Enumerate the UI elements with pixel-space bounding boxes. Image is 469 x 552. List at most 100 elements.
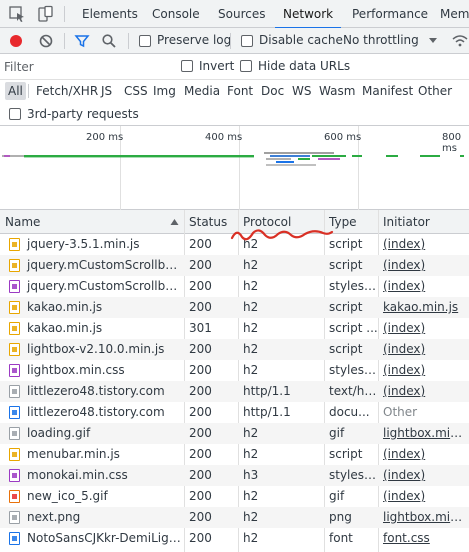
request-type: png — [329, 510, 352, 524]
sort-ascending-icon[interactable] — [170, 218, 179, 226]
request-type: stylesh... — [329, 363, 378, 377]
request-initiator[interactable]: (index) — [378, 276, 469, 297]
tab-console[interactable]: Console — [152, 0, 200, 28]
request-initiator[interactable]: (index) — [378, 444, 469, 465]
request-type: script ... — [329, 321, 378, 335]
request-protocol: h2 — [243, 447, 259, 461]
tab-network[interactable]: Network — [274, 0, 342, 29]
request-initiator: Other — [383, 405, 418, 419]
request-protocol: h2 — [243, 321, 259, 335]
inspect-element-icon[interactable] — [8, 5, 26, 23]
table-row[interactable]: jquery.mCustomScrollbar.... 200 h2 stylesh.… — [0, 276, 469, 297]
table-row[interactable]: lightbox.min.css 200 h2 stylesh... (index) — [0, 360, 469, 381]
type-filter-fetch-xhr[interactable]: Fetch/XHR — [36, 82, 98, 100]
script-file-icon — [9, 301, 20, 314]
preserve-log-checkbox[interactable] — [139, 35, 151, 47]
type-filter-font[interactable]: Font — [227, 82, 253, 100]
request-name: NotoSansCJKkr-DemiLight.... — [27, 531, 184, 545]
clear-icon[interactable] — [38, 33, 54, 49]
third-party-checkbox[interactable] — [9, 108, 21, 120]
type-filter-other[interactable]: Other — [418, 82, 452, 100]
table-row[interactable]: kakao.min.js 200 h2 script kakao.min.js — [0, 297, 469, 318]
tab-performance[interactable]: Performance — [352, 0, 428, 28]
request-name: jquery-3.5.1.min.js — [27, 237, 140, 251]
request-initiator[interactable]: kakao.min.js — [378, 297, 469, 318]
request-status: 200 — [189, 489, 212, 503]
chevron-down-icon[interactable] — [428, 37, 438, 45]
toolbar-separator — [64, 33, 65, 49]
request-status: 200 — [189, 468, 212, 482]
document-file-icon — [9, 406, 20, 419]
toolbar-separator — [230, 33, 231, 49]
hide-data-urls-label: Hide data URLs — [258, 59, 351, 73]
request-initiator[interactable]: (index) — [378, 234, 469, 255]
network-overview-timeline[interactable]: 200 ms 400 ms 600 ms 800 ms — [0, 126, 469, 210]
tab-elements[interactable]: Elements — [82, 0, 138, 28]
table-row[interactable]: lightbox-v2.10.0.min.js 200 h2 script (index… — [0, 339, 469, 360]
request-name: menubar.min.js — [27, 447, 120, 461]
table-row[interactable]: kakao.min.js 301 h2 script ... (index) — [0, 318, 469, 339]
column-header-name[interactable]: Name — [0, 210, 184, 234]
type-filter-js[interactable]: JS — [101, 82, 112, 100]
table-row[interactable]: monokai.min.css 200 h3 stylesh... (index) — [0, 465, 469, 486]
hide-data-urls-checkbox[interactable] — [240, 60, 252, 72]
table-row[interactable]: menubar.min.js 200 h2 script (index) — [0, 444, 469, 465]
search-icon[interactable] — [101, 33, 117, 49]
preserve-log-label: Preserve log — [157, 33, 232, 47]
device-toolbar-icon[interactable] — [36, 5, 54, 23]
tab-memory[interactable]: Mem — [440, 0, 469, 28]
disable-cache-checkbox[interactable] — [241, 35, 253, 47]
type-filter-all[interactable]: All — [5, 82, 26, 100]
network-conditions-icon[interactable] — [451, 33, 469, 49]
font-file-icon — [9, 532, 20, 545]
request-type: gif — [329, 426, 345, 440]
script-file-icon — [9, 448, 20, 461]
request-protocol: h2 — [243, 258, 259, 272]
request-status: 200 — [189, 426, 212, 440]
throttling-select[interactable]: No throttling — [343, 33, 419, 47]
request-protocol: h2 — [243, 426, 259, 440]
timeline-bars — [2, 152, 464, 166]
table-row[interactable]: jquery.mCustomScrollbar.c... 200 h2 script (… — [0, 255, 469, 276]
table-row[interactable]: new_ico_5.gif 200 h2 gif (index) — [0, 486, 469, 507]
table-row[interactable]: littlezero48.tistory.com 200 http/1.1 text/… — [0, 381, 469, 402]
request-initiator[interactable]: (index) — [378, 318, 469, 339]
filter-input[interactable] — [4, 58, 172, 76]
table-row[interactable]: littlezero48.tistory.com 200 http/1.1 docu.… — [0, 402, 469, 423]
request-initiator[interactable]: font.css — [378, 528, 469, 549]
request-initiator[interactable]: (index) — [378, 486, 469, 507]
type-filter-media[interactable]: Media — [184, 82, 220, 100]
table-row[interactable]: NotoSansCJKkr-DemiLight.... 200 h2 font font… — [0, 528, 469, 549]
table-row[interactable]: next.png 200 h2 png lightbox.min.... — [0, 507, 469, 528]
request-type: script — [329, 300, 363, 314]
request-initiator[interactable]: (index) — [378, 360, 469, 381]
filter-bar: Invert Hide data URLs — [0, 54, 469, 80]
type-filter-css[interactable]: CSS — [124, 82, 148, 100]
column-header-initiator[interactable]: Initiator — [378, 210, 469, 234]
request-protocol: h2 — [243, 510, 259, 524]
type-filter-img[interactable]: Img — [153, 82, 176, 100]
request-initiator[interactable]: (index) — [378, 255, 469, 276]
request-protocol: h2 — [243, 279, 259, 293]
request-status: 200 — [189, 531, 212, 545]
request-protocol: h2 — [243, 300, 259, 314]
type-filter-ws[interactable]: WS — [292, 82, 311, 100]
type-filter-wasm[interactable]: Wasm — [319, 82, 355, 100]
request-initiator[interactable]: (index) — [378, 465, 469, 486]
request-status: 200 — [189, 279, 212, 293]
request-type: stylesh... — [329, 468, 378, 482]
request-status: 200 — [189, 300, 212, 314]
type-filter-doc[interactable]: Doc — [261, 82, 284, 100]
request-status: 200 — [189, 510, 212, 524]
table-row[interactable]: loading.gif 200 h2 gif lightbox.min.... — [0, 423, 469, 444]
request-protocol: h2 — [243, 489, 259, 503]
filter-icon[interactable] — [74, 33, 90, 49]
tab-sources[interactable]: Sources — [218, 0, 265, 28]
request-initiator[interactable]: lightbox.min.... — [378, 423, 469, 444]
record-button[interactable] — [10, 35, 22, 47]
request-initiator[interactable]: (index) — [378, 381, 469, 402]
request-initiator[interactable]: lightbox.min.... — [378, 507, 469, 528]
request-initiator[interactable]: (index) — [378, 339, 469, 360]
invert-checkbox[interactable] — [181, 60, 193, 72]
type-filter-manifest[interactable]: Manifest — [362, 82, 413, 100]
